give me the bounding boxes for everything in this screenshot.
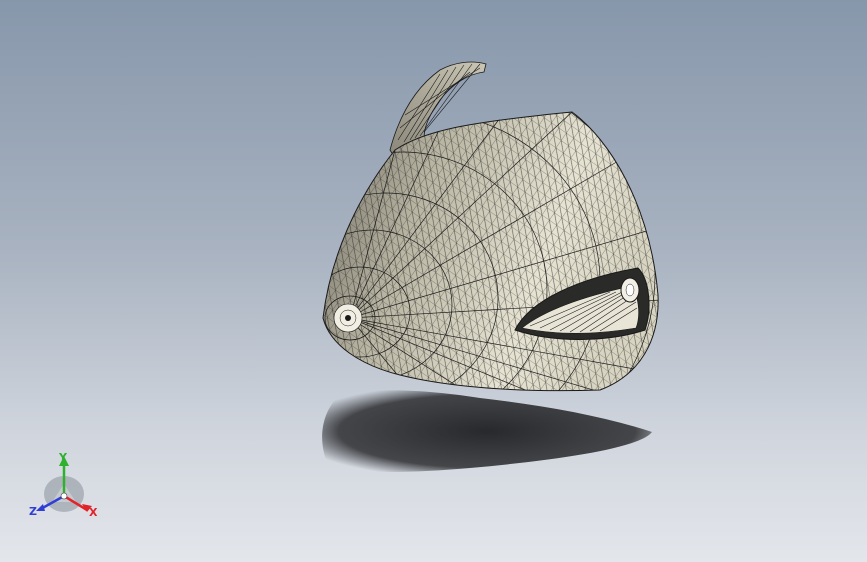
z-axis-label: Z <box>29 505 37 518</box>
model-shadow <box>322 390 652 472</box>
model-scene[interactable] <box>0 0 867 562</box>
graphics-viewport[interactable]: Y X Z <box>0 0 867 562</box>
y-axis-label: Y <box>58 451 68 464</box>
x-axis-label: X <box>89 506 98 519</box>
triad-origin <box>60 492 68 500</box>
orientation-triad[interactable]: Y X Z <box>24 448 108 526</box>
z-axis-arrow-icon <box>36 504 45 511</box>
